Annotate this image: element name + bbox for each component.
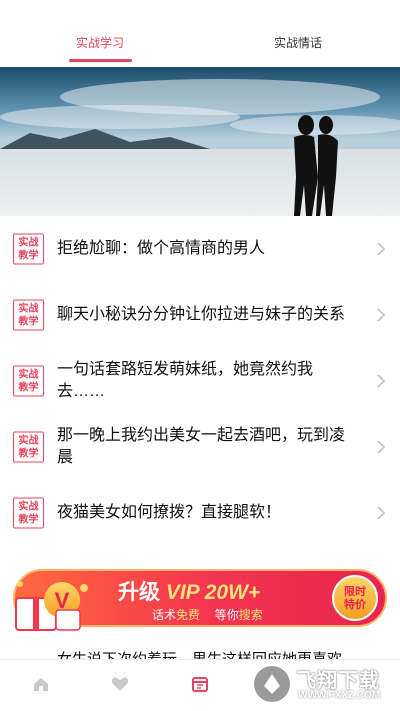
list-item[interactable]: 实战 教学 那一晚上我约出美女一起去酒吧，玩到凌晨 bbox=[0, 414, 400, 480]
vip-subline: 话术免费 等你搜索 bbox=[152, 606, 263, 623]
tutorial-badge: 实战 教学 bbox=[13, 497, 44, 529]
badge-line: 教学 bbox=[18, 448, 39, 460]
tab-love-talk[interactable]: 实战情话 bbox=[260, 34, 336, 51]
watermark-url: WWW.FXXZ.COM bbox=[298, 690, 381, 701]
badge-line: 教学 bbox=[18, 382, 39, 394]
list-item[interactable]: 实战 教学 夜猫美女如何撩拨？直接腿软！ bbox=[0, 480, 400, 546]
vip-upgrade-banner[interactable]: V 升级 VIP 20W+ 话术免费 等你搜索 限时 特价 bbox=[0, 562, 400, 642]
vip-headline-vip: VIP 20W+ bbox=[165, 581, 261, 604]
vip-sub-left: 话术 bbox=[152, 608, 177, 622]
badge-line: 教学 bbox=[18, 250, 39, 262]
hero-banner[interactable] bbox=[0, 67, 400, 216]
article-list: 实战 教学 拒绝尬聊：做个高情商的男人 实战 教学 聊天小秘诀分分钟让你拉进与妹… bbox=[0, 216, 400, 546]
badge-line: 实战 bbox=[18, 369, 39, 381]
badge-line: 实战 bbox=[18, 501, 39, 513]
chevron-right-icon bbox=[377, 242, 386, 256]
item-title: 夜猫美女如何撩拨？直接腿软！ bbox=[57, 504, 282, 521]
vip-sub-search: 搜索 bbox=[238, 608, 263, 622]
list-item[interactable]: 实战 教学 一句话套路短发萌妹纸，她竟然约我去…… bbox=[0, 348, 400, 414]
home-icon[interactable] bbox=[31, 674, 51, 694]
badge-line: 教学 bbox=[18, 514, 39, 526]
item-title: 一句话套路短发萌妹纸，她竟然约我去…… bbox=[57, 361, 314, 400]
list-item[interactable]: 实战 教学 拒绝尬聊：做个高情商的男人 bbox=[0, 216, 400, 282]
chevron-right-icon bbox=[377, 440, 386, 454]
tab-study[interactable]: 实战学习 bbox=[62, 34, 138, 51]
tutorial-badge: 实战 教学 bbox=[13, 233, 44, 265]
vip-headline: 升级 VIP 20W+ bbox=[118, 576, 260, 606]
vip-sub-mid: 等你 bbox=[214, 608, 239, 622]
limited-offer-tag: 限时 特价 bbox=[337, 586, 373, 612]
heart-icon[interactable] bbox=[110, 674, 130, 694]
badge-line: 实战 bbox=[18, 237, 39, 249]
item-title: 那一晚上我约出美女一起去酒吧，玩到凌晨 bbox=[57, 427, 346, 466]
calendar-icon[interactable] bbox=[190, 674, 210, 694]
couple-silhouette-image bbox=[0, 67, 400, 216]
chevron-right-icon bbox=[377, 506, 386, 520]
badge-line: 实战 bbox=[18, 435, 39, 447]
badge-line: 教学 bbox=[18, 316, 39, 328]
active-tab-indicator bbox=[69, 59, 132, 62]
tag-line: 特价 bbox=[344, 599, 366, 611]
chevron-right-icon bbox=[377, 374, 386, 388]
item-title: 拒绝尬聊：做个高情商的男人 bbox=[57, 240, 266, 257]
tag-line: 限时 bbox=[344, 586, 366, 598]
site-watermark: 飞翔下载 WWW.FXXZ.COM bbox=[250, 662, 392, 706]
tutorial-badge: 实战 教学 bbox=[13, 365, 44, 397]
vip-sub-free: 免费 bbox=[176, 608, 201, 622]
tutorial-badge: 实战 教学 bbox=[13, 299, 44, 331]
chevron-right-icon bbox=[377, 308, 386, 322]
tutorial-badge: 实战 教学 bbox=[13, 431, 44, 463]
vip-headline-prefix: 升级 bbox=[118, 581, 160, 604]
list-item[interactable]: 实战 教学 聊天小秘诀分分钟让你拉进与妹子的关系 bbox=[0, 282, 400, 348]
item-title: 聊天小秘诀分分钟让你拉进与妹子的关系 bbox=[57, 306, 346, 323]
top-tab-bar: 实战学习 实战情话 bbox=[0, 0, 400, 66]
badge-line: 实战 bbox=[18, 303, 39, 315]
watermark-title: 飞翔下载 bbox=[296, 670, 380, 692]
